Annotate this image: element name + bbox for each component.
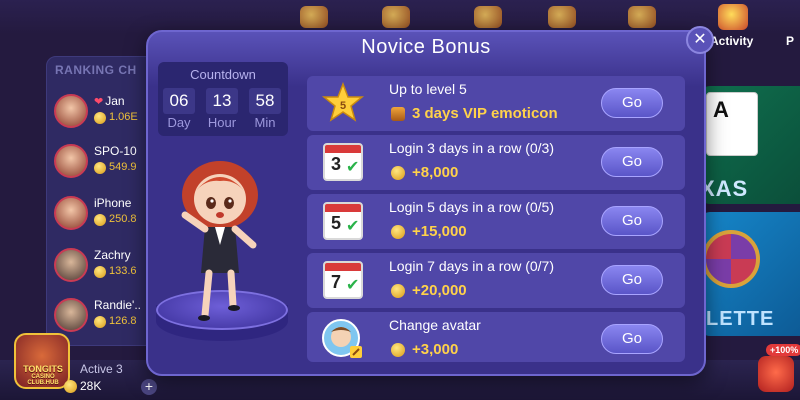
- activity-icon[interactable]: [718, 4, 748, 30]
- avatar: [54, 298, 88, 332]
- check-icon: ✔: [346, 277, 360, 294]
- task-reward: 3 days VIP emoticon: [412, 105, 558, 122]
- task-row: 5 ✔ Login 5 days in a row (0/5) +15,000 …: [307, 194, 685, 249]
- ranking-score: 250.8: [109, 213, 137, 225]
- ranking-name: ❤ Jan: [94, 94, 125, 108]
- task-title: Login 3 days in a row (0/3): [389, 140, 554, 156]
- task-title: Change avatar: [389, 317, 481, 333]
- task-title: Up to level 5: [389, 81, 467, 97]
- p-label[interactable]: P: [786, 34, 794, 48]
- task-title: Login 5 days in a row (0/5): [389, 199, 554, 215]
- calendar-icon: 5 ✔: [323, 202, 363, 240]
- go-button[interactable]: Go: [601, 265, 663, 295]
- task-row: Change avatar +3,000 Go: [307, 312, 685, 362]
- go-button[interactable]: Go: [601, 324, 663, 354]
- dialog-title: Novice Bonus: [361, 36, 491, 58]
- top-menu-icon[interactable]: [382, 6, 410, 28]
- coin-icon: [391, 166, 405, 180]
- coin-icon: [94, 316, 106, 328]
- task-title: Login 7 days in a row (0/7): [389, 258, 554, 274]
- mascot-character-icon: [181, 161, 258, 321]
- coin-icon: [94, 214, 106, 226]
- calendar-icon: 3 ✔: [323, 143, 363, 181]
- roulette-label: LETTE: [706, 308, 775, 330]
- avatar: [54, 248, 88, 282]
- ranking-score: 549.9: [109, 161, 137, 173]
- heart-icon: ❤: [94, 96, 104, 108]
- top-menu-icon[interactable]: [474, 6, 502, 28]
- avatar: [54, 94, 88, 128]
- go-button[interactable]: Go: [601, 88, 663, 118]
- active-label: Active 3: [80, 362, 123, 376]
- task-reward: +8,000: [412, 164, 459, 181]
- countdown-hours: 13: [206, 88, 238, 114]
- ranking-score: 1.06E: [109, 111, 138, 123]
- calendar-icon: 7 ✔: [323, 261, 363, 299]
- star-level-icon: 5: [321, 82, 365, 122]
- active-value: 28K: [80, 379, 102, 393]
- task-reward: +3,000: [412, 341, 459, 358]
- check-icon: ✔: [346, 218, 360, 235]
- task-reward: +20,000: [412, 282, 467, 299]
- task-row: 7 ✔ Login 7 days in a row (0/7) +20,000 …: [307, 253, 685, 308]
- coin-icon: [94, 112, 106, 124]
- coin-icon: [391, 343, 405, 357]
- coin-icon: [64, 380, 77, 393]
- ranking-name: SPO-10: [94, 144, 137, 158]
- countdown-day-label: Day: [167, 115, 191, 130]
- avatar: [54, 196, 88, 230]
- ranking-score: 126.8: [109, 315, 137, 327]
- avatar: [54, 144, 88, 178]
- task-reward: +15,000: [412, 223, 467, 240]
- coin-icon: [391, 225, 405, 239]
- task-row: 3 ✔ Login 3 days in a row (0/3) +8,000 G…: [307, 135, 685, 190]
- ranking-name: Zachry: [94, 248, 131, 262]
- top-menu-icon[interactable]: [548, 6, 576, 28]
- go-button[interactable]: Go: [601, 147, 663, 177]
- coin-icon: [94, 162, 106, 174]
- countdown-min-label: Min: [254, 115, 276, 130]
- ranking-score: 133.6: [109, 265, 137, 277]
- countdown-days: 06: [163, 88, 195, 114]
- countdown-minutes: 58: [249, 88, 281, 114]
- shop-cart-icon[interactable]: [758, 356, 794, 392]
- top-menu-icon[interactable]: [300, 6, 328, 28]
- svg-text:5: 5: [340, 100, 346, 112]
- ace-card-icon: A: [706, 92, 758, 156]
- roulette-wheel-icon: [702, 230, 760, 288]
- close-button[interactable]: ✕: [686, 26, 714, 54]
- check-icon: ✔: [346, 159, 360, 176]
- bonus-badge: +100%: [766, 344, 800, 356]
- add-coins-button[interactable]: +: [141, 379, 157, 395]
- go-button[interactable]: Go: [601, 206, 663, 236]
- activity-label[interactable]: Activity: [710, 34, 753, 48]
- countdown-hour-label: Hour: [207, 115, 237, 130]
- avatar-icon: [322, 319, 362, 358]
- vip-chest-icon: [391, 107, 405, 121]
- texas-label: XAS: [700, 176, 749, 201]
- countdown-label: Countdown: [190, 67, 256, 82]
- coin-icon: [94, 266, 106, 278]
- ranking-name: iPhone: [94, 196, 132, 210]
- gift-icon[interactable]: [628, 6, 656, 28]
- task-row: 5 Up to level 5 3 days VIP emoticon Go: [307, 76, 685, 131]
- ranking-name: Randie'..: [94, 298, 141, 312]
- game-logo-text: TONGITS CASINO CLUB.HUB: [23, 364, 63, 386]
- ranking-title: RANKING CH: [55, 63, 137, 77]
- coin-icon: [391, 284, 405, 298]
